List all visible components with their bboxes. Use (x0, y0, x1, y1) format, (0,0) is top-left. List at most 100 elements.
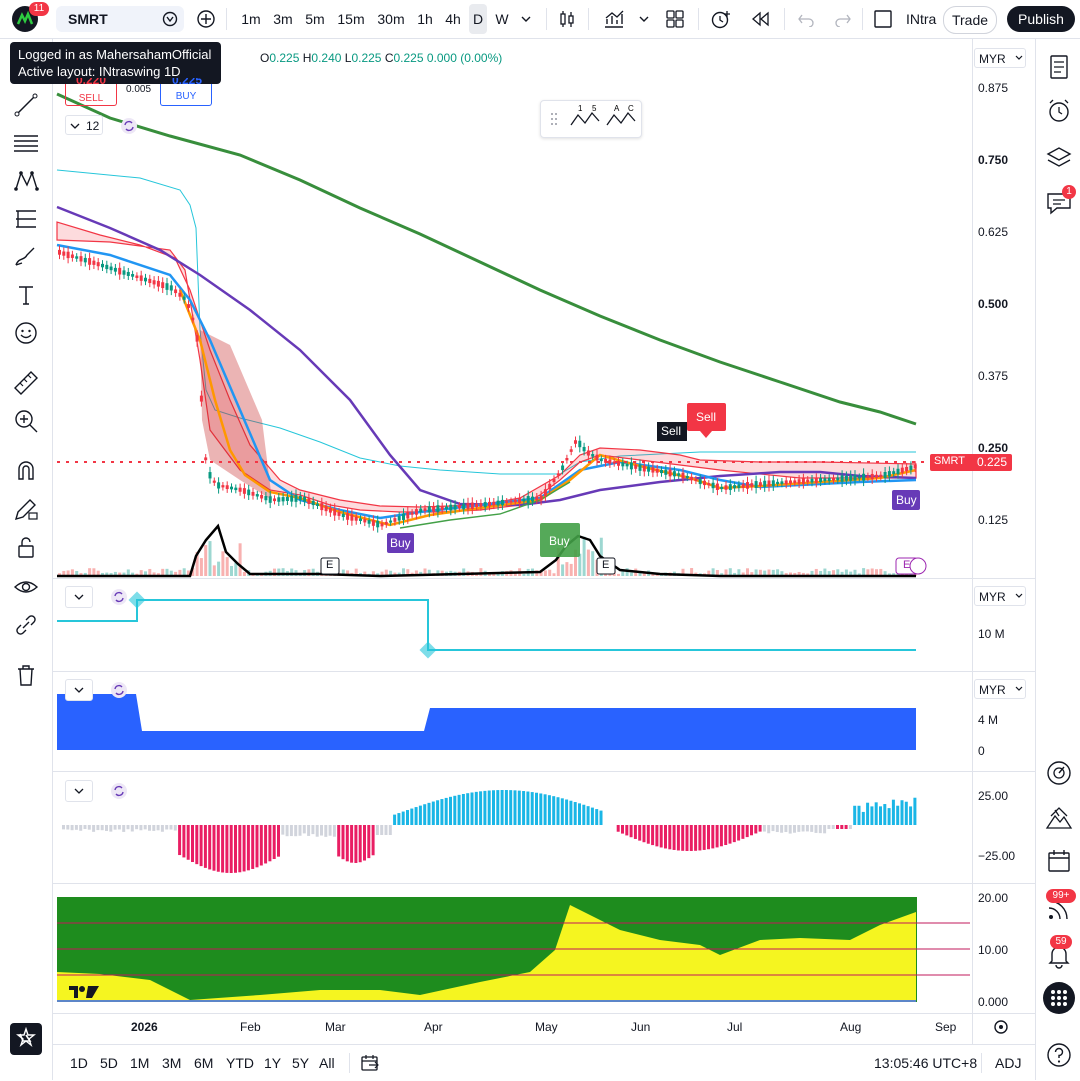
histogram-bar (92, 825, 96, 832)
refresh-icon[interactable] (110, 588, 128, 606)
histogram-bar (285, 825, 289, 837)
histogram-bar (530, 792, 534, 825)
histogram-bar (664, 825, 667, 849)
candle-body (642, 465, 646, 472)
chart-canvas[interactable] (0, 0, 1080, 1044)
candle-body (574, 440, 577, 444)
refresh-icon[interactable] (120, 117, 138, 135)
volume-bar (221, 551, 225, 576)
candle-body (621, 462, 625, 467)
earnings-label: E (903, 559, 911, 571)
histogram-bar (719, 825, 723, 847)
candle-body (393, 518, 397, 522)
histogram-bar (401, 811, 405, 825)
histogram-bar (844, 825, 848, 829)
pattern-widget[interactable]: 15 AC (540, 100, 642, 138)
currency-selector[interactable]: MYR (974, 586, 1026, 606)
histogram-bar (509, 790, 513, 825)
candle-body (638, 464, 642, 471)
candle-body (505, 501, 509, 504)
svg-text:A: A (614, 104, 620, 113)
candle-body (359, 518, 362, 521)
help-icon[interactable] (1045, 1041, 1073, 1069)
histogram-bar (517, 790, 521, 825)
volume-bar (582, 536, 586, 576)
candle-body (660, 469, 663, 474)
candle-body (414, 509, 418, 515)
candle-body (496, 500, 500, 506)
histogram-bar (487, 790, 491, 825)
histogram-bar (324, 825, 328, 837)
currency-selector[interactable]: MYR (974, 679, 1026, 699)
histogram-bar (418, 805, 422, 825)
currency-selector[interactable]: MYR (974, 48, 1026, 68)
histogram-bar (126, 825, 130, 830)
range-6m[interactable]: 6M (194, 1045, 213, 1081)
earnings-marker[interactable] (909, 557, 927, 575)
range-1m[interactable]: 1M (130, 1045, 149, 1081)
candle-body (169, 285, 173, 291)
candle-body (875, 474, 878, 478)
histogram-bar (535, 792, 538, 825)
candle-body (509, 500, 513, 503)
candle-body (543, 489, 547, 496)
candle-body (307, 498, 311, 505)
histogram-bar (117, 825, 121, 830)
histogram-bar (728, 825, 732, 844)
candle-body (887, 471, 891, 477)
histogram-bar (152, 825, 156, 831)
candle-body (698, 479, 702, 485)
range-3m[interactable]: 3M (162, 1045, 181, 1081)
candle-body (79, 256, 83, 262)
pane-collapse-button[interactable] (65, 679, 93, 701)
range-5d[interactable]: 5D (100, 1045, 118, 1081)
settings-gear-icon[interactable] (994, 1020, 1008, 1034)
range-1y[interactable]: 1Y (264, 1045, 281, 1081)
refresh-icon[interactable] (110, 782, 128, 800)
pane-collapse-button[interactable] (65, 780, 93, 802)
volume-bar (578, 553, 582, 576)
candle-body (199, 395, 203, 402)
histogram-bar (788, 825, 792, 834)
time-tick: Aug (840, 1020, 862, 1034)
candle-body (733, 485, 737, 489)
buy-box[interactable]: BUY (160, 84, 212, 106)
indicator-collapse[interactable]: 12 (65, 115, 103, 135)
histogram-bar (775, 825, 779, 833)
histogram-bar (586, 806, 590, 825)
refresh-icon[interactable] (110, 681, 128, 699)
candle-body (410, 512, 414, 515)
candle-body (819, 478, 823, 483)
histogram-bar (492, 790, 495, 825)
candle-body (879, 474, 883, 478)
candle-body (634, 464, 638, 469)
range-1d[interactable]: 1D (70, 1045, 88, 1081)
histogram-bar (143, 825, 147, 830)
histogram-bar (500, 790, 504, 825)
time-tick: Sep (935, 1020, 957, 1034)
candle-body (870, 473, 874, 480)
time-tick: Jul (727, 1020, 743, 1034)
histogram-bar (702, 825, 706, 850)
candle-body (625, 463, 629, 467)
adjust-toggle[interactable]: ADJ (995, 1045, 1021, 1081)
candle-body (281, 497, 285, 502)
volume-bar (591, 551, 595, 576)
candle-body (152, 280, 156, 285)
range-ytd[interactable]: YTD (226, 1045, 254, 1081)
candle-body (427, 506, 431, 513)
sell-box[interactable]: SELL (65, 84, 117, 106)
pane-collapse-button[interactable] (65, 586, 93, 608)
candle-body (561, 465, 565, 471)
histogram-bar (242, 825, 246, 872)
candle-body (470, 502, 474, 509)
date-range-icon[interactable] (360, 1053, 380, 1073)
histogram-bar (797, 825, 801, 832)
candle-body (462, 503, 466, 510)
candle-body (823, 478, 827, 482)
range-5y[interactable]: 5Y (292, 1045, 309, 1081)
histogram-bar (208, 825, 212, 870)
histogram-bar (629, 825, 633, 838)
range-all[interactable]: All (319, 1045, 335, 1081)
clock[interactable]: 13:05:46 UTC+8 (874, 1045, 977, 1081)
